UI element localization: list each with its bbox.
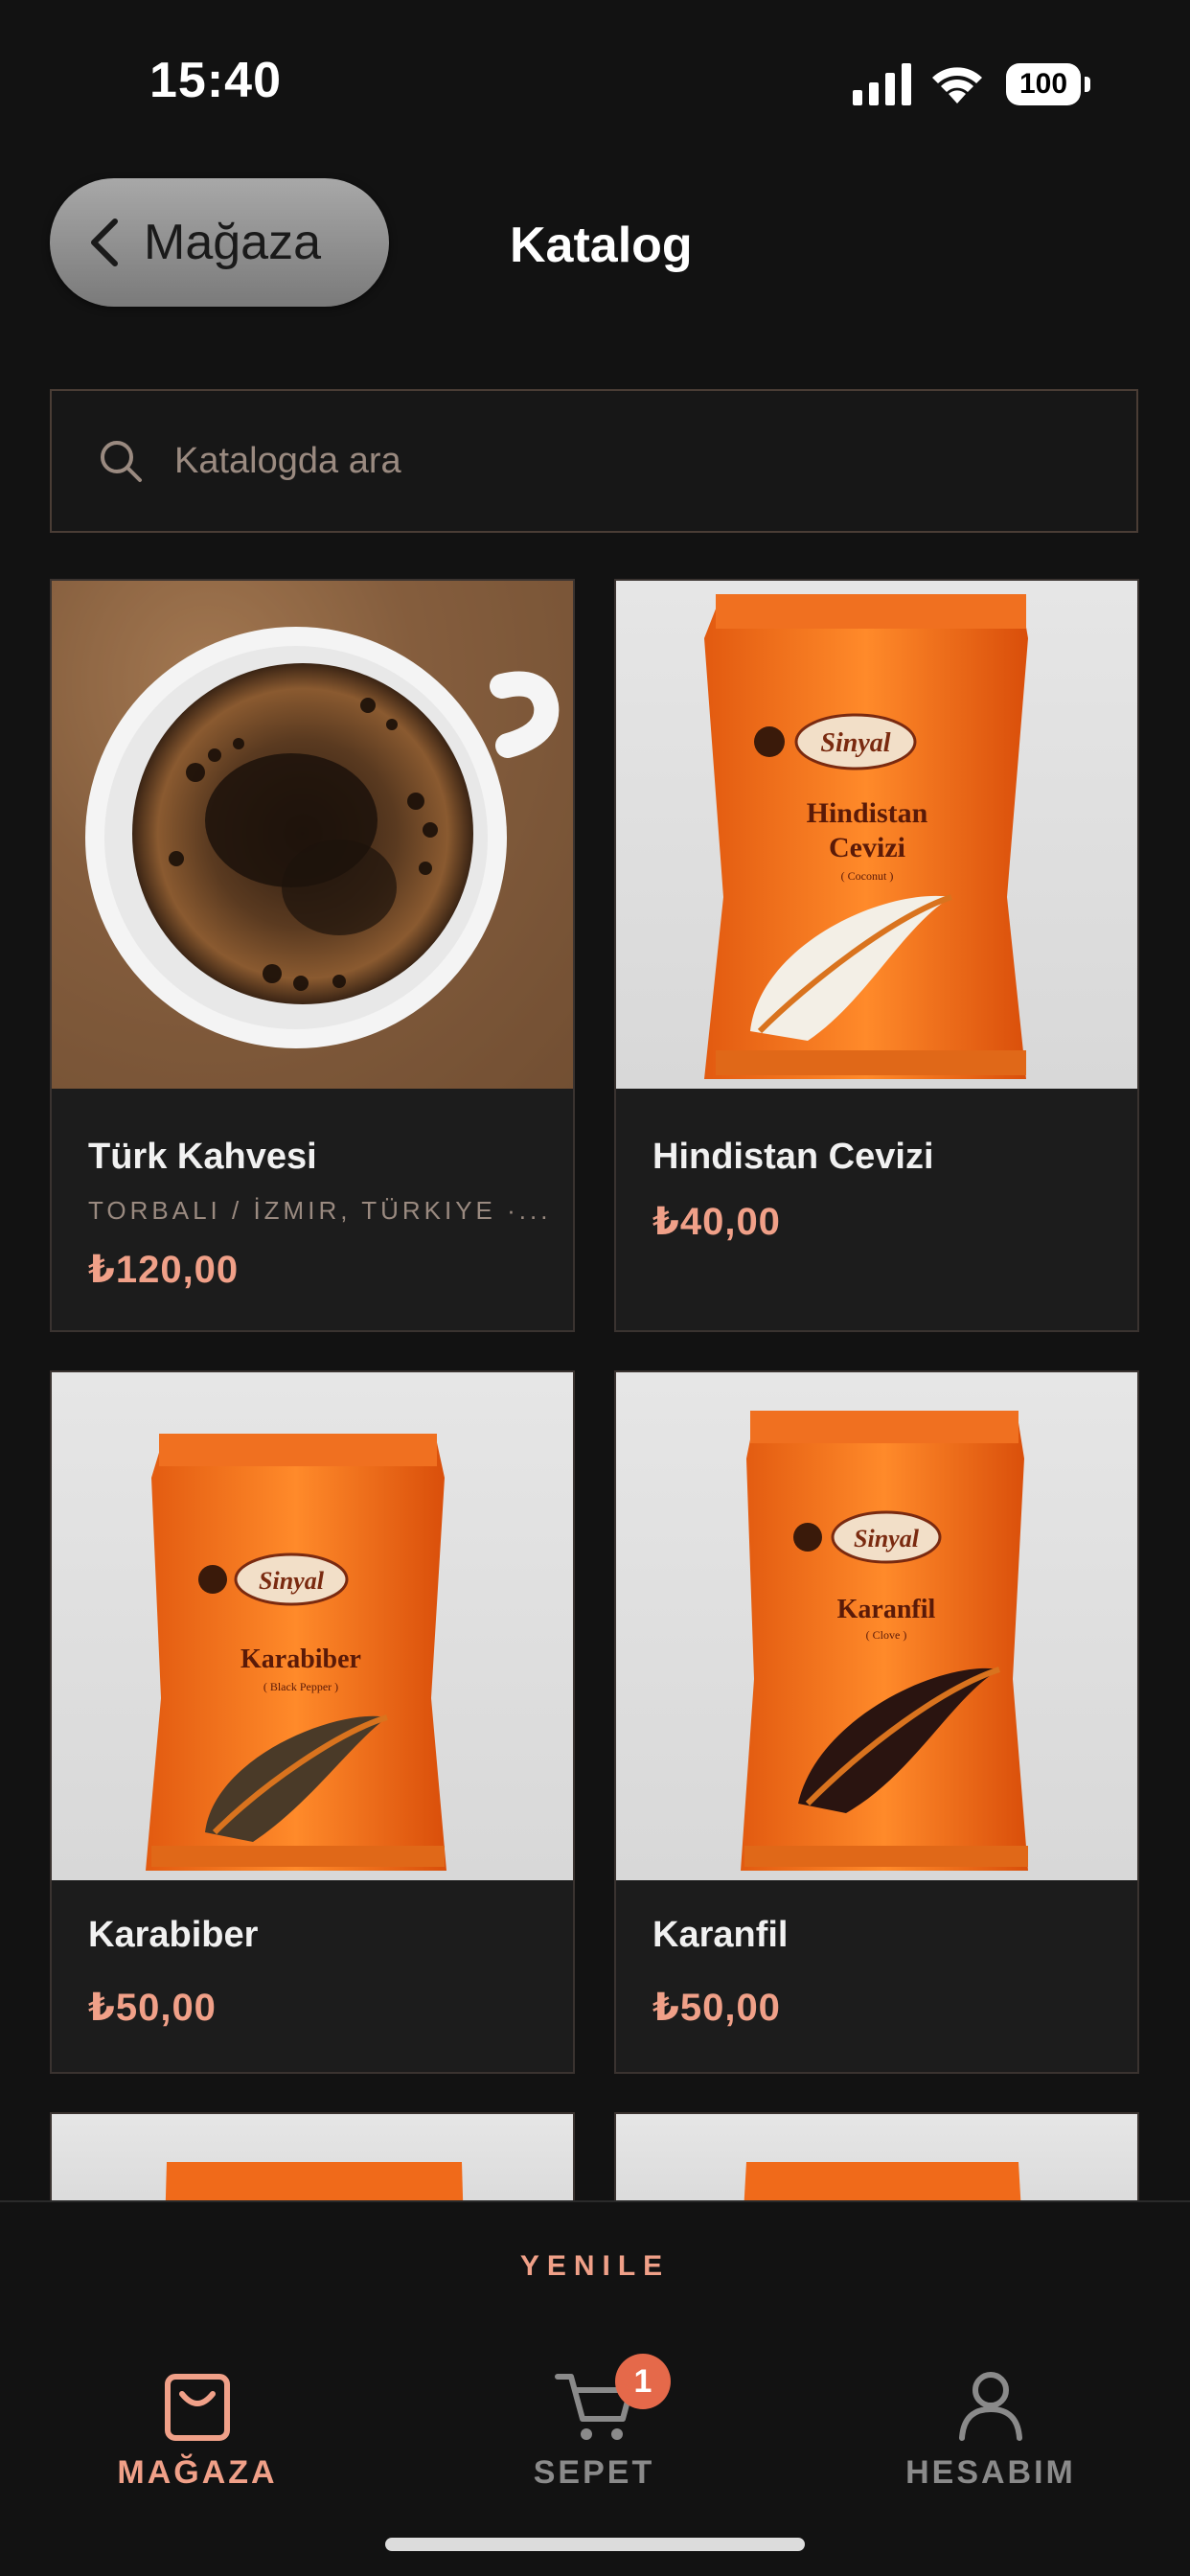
product-card-karanfil[interactable]: Sinyal Karanfil ( Clove ) Karanfil ₺50,0… [614,1370,1139,2074]
product-card-hindistan-cevizi[interactable]: Sinyal Hindistan Cevizi ( Coconut ) Hind… [614,579,1139,1332]
product-card-turk-kahvesi[interactable]: Türk Kahvesi TORBALI / İZMIR, TÜRKIYE ·.… [50,579,575,1332]
search-icon [101,441,142,482]
search-bar [50,389,1138,533]
refresh-label: YENILE [519,2250,671,2282]
battery-tip [1085,77,1090,92]
shopping-bag-icon [165,2374,230,2441]
product-card-karabiber[interactable]: Sinyal Karabiber ( Black Pepper ) Karabi… [50,1370,575,2074]
product-image: Sinyal Karanfil ( Clove ) [616,1372,1137,1880]
package-brand: Sinyal [854,1525,920,1552]
svg-text:Cevizi: Cevizi [829,832,905,863]
product-image: Sinyal Hindistan Cevizi ( Coconut ) [616,581,1137,1089]
product-name: Türk Kahvesi [88,1137,317,1177]
tab-hesabim[interactable]: HESABIM [847,2350,1134,2492]
tab-magaza[interactable]: MAĞAZA [54,2350,341,2492]
back-button-label: Mağaza [144,215,321,270]
wifi-icon [932,67,982,104]
spice-package-image: Sinyal Karanfil ( Clove ) [741,1411,1028,1871]
package-brand: Sinyal [820,728,890,758]
battery-icon: 100 [1006,63,1090,107]
cellular-signal-icon [853,63,911,105]
product-origin: TORBALI / İZMIR, TÜRKIYE ·... [88,1196,552,1225]
product-name: Karabiber [88,1915,259,1955]
product-price: ₺40,00 [652,1201,781,1243]
back-button[interactable]: Mağaza [50,178,389,307]
tab-label: SEPET [533,2454,655,2491]
package-title: Hindistan [807,797,928,829]
product-price: ₺120,00 [88,1249,240,1291]
chevron-left-icon [91,218,118,266]
product-image: Sinyal Karabiber ( Black Pepper ) [52,1372,573,1880]
package-title: Karanfil [837,1595,936,1624]
tab-sepet[interactable]: 1 SEPET [450,2350,738,2492]
spice-package-image: Sinyal Hindistan Cevizi ( Coconut ) [704,594,1028,1079]
user-icon [959,2372,1022,2441]
search-input[interactable] [172,439,1039,483]
tab-label: HESABIM [905,2454,1076,2491]
status-time: 15:40 [149,53,282,108]
home-indicator[interactable] [385,2538,805,2551]
product-image [52,581,573,1089]
product-name: Karanfil [652,1915,789,1955]
spice-package-image: Sinyal Karabiber ( Black Pepper ) [146,1434,446,1871]
page-title: Katalog [510,218,693,273]
battery-level: 100 [1006,63,1081,105]
cart-badge: 1 [615,2354,671,2409]
refresh-button[interactable]: YENILE [0,2200,1190,2333]
tab-label: MAĞAZA [117,2454,278,2491]
package-subtitle: ( Clove ) [866,1628,907,1642]
product-price: ₺50,00 [652,1987,781,2029]
product-name: Hindistan Cevizi [652,1137,934,1177]
coffee-cup-image [52,581,573,1089]
product-price: ₺50,00 [88,1987,217,2029]
package-subtitle: ( Black Pepper ) [263,1680,338,1693]
package-title: Karabiber [240,1644,361,1674]
package-brand: Sinyal [259,1567,325,1595]
package-subtitle: ( Coconut ) [841,869,894,883]
